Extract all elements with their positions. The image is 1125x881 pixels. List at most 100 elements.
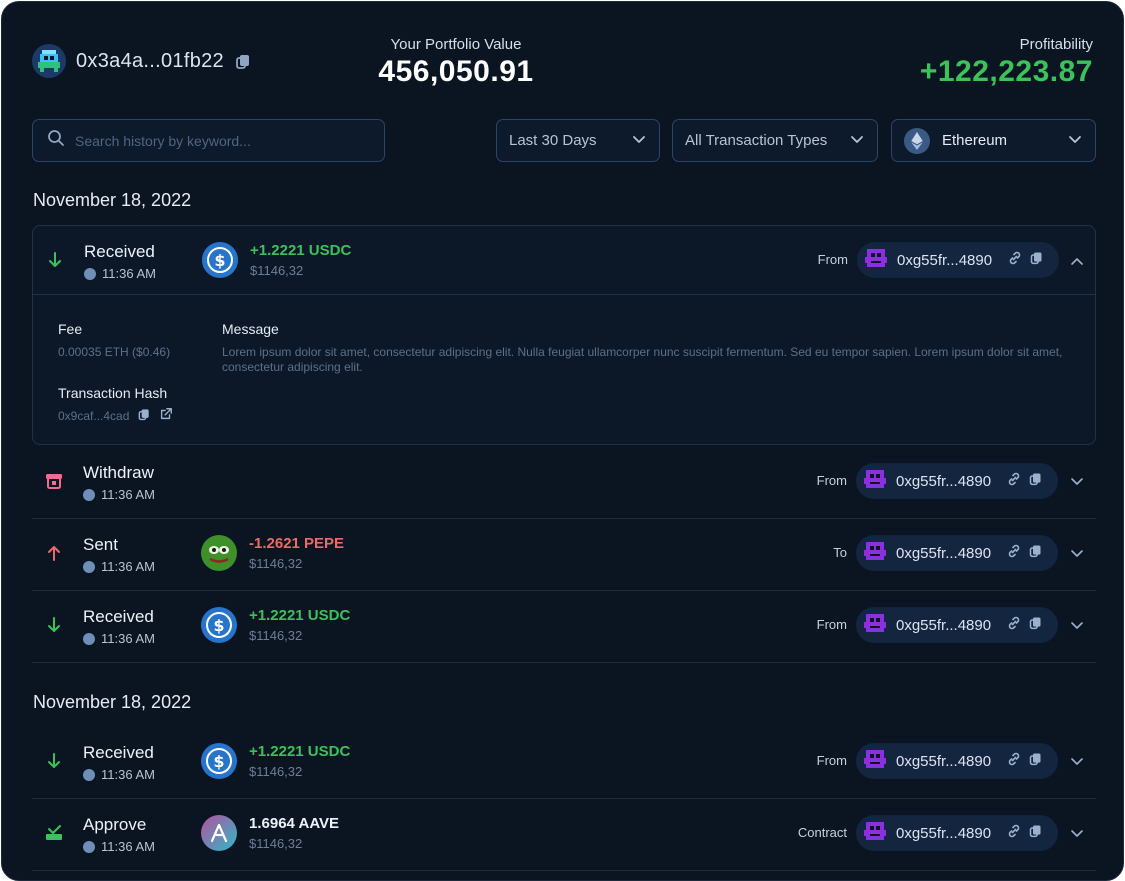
usdc-icon: $ (201, 607, 237, 643)
usdc-icon: $ (201, 743, 237, 779)
wallet-address: 0x3a4a...01fb22 (76, 49, 224, 72)
copy-icon[interactable] (234, 52, 252, 70)
message-value: Lorem ipsum dolor sit amet, consectetur … (222, 345, 1063, 374)
transaction-type: Sent (83, 535, 118, 554)
date-range-dropdown[interactable]: Last 30 Days (496, 119, 660, 162)
copy-icon[interactable] (1028, 615, 1043, 635)
chevron-down-icon[interactable] (1069, 617, 1085, 633)
direction-label: From (817, 252, 848, 267)
fee-value: 0.00035 ETH ($0.46) (58, 345, 171, 359)
counterparty-address: 0xg55fr...4890 (896, 616, 992, 634)
counterparty-avatar (865, 247, 887, 274)
counterparty-address: 0xg55fr...4890 (897, 251, 993, 269)
chevron-down-icon (849, 131, 865, 151)
network-dropdown[interactable]: Ethereum (891, 119, 1096, 162)
wallet-avatar (32, 44, 66, 78)
direction-label: From (816, 753, 847, 768)
counterparty-avatar (864, 540, 886, 567)
transaction-usd: $1146,32 (250, 263, 304, 278)
transaction-type: Received (83, 743, 154, 762)
chevron-up-icon[interactable] (1069, 254, 1085, 270)
withdraw-icon (44, 471, 64, 491)
transaction-row[interactable]: Received 11:36 AM $ +1.2221 USDC $1146,3… (32, 727, 1096, 799)
transaction-usd: $1146,32 (249, 764, 303, 779)
profitability: Profitability +122,223.87 (920, 36, 1093, 89)
search-box[interactable] (32, 119, 385, 162)
portfolio-label: Your Portfolio Value (390, 36, 522, 53)
portfolio-value: Your Portfolio Value 456,050.91 (369, 36, 543, 89)
copy-icon[interactable] (1029, 250, 1044, 270)
pepe-icon (201, 535, 237, 571)
transaction-time: 11:36 AM (101, 487, 155, 502)
chevron-down-icon[interactable] (1069, 825, 1085, 841)
arrow-down-icon (44, 615, 64, 635)
chevron-down-icon[interactable] (1069, 473, 1085, 489)
counterparty-pill: 0xg55fr...4890 (856, 463, 1058, 499)
link-icon[interactable] (1006, 823, 1022, 844)
transaction-type: Received (84, 242, 155, 261)
counterparty-address: 0xg55fr...4890 (896, 472, 992, 490)
ethereum-icon (83, 840, 95, 853)
message-label: Message (222, 321, 279, 337)
transaction-type: Received (83, 607, 154, 626)
counterparty-pill: 0xg55fr...4890 (856, 743, 1058, 779)
fee-label: Fee (58, 321, 83, 337)
counterparty-pill: 0xg55fr...4890 (857, 242, 1059, 278)
transaction-time: 11:36 AM (102, 266, 156, 281)
copy-icon[interactable] (1028, 823, 1043, 843)
date-heading: November 18, 2022 (33, 190, 192, 210)
copy-icon[interactable] (137, 407, 151, 424)
chevron-down-icon (631, 131, 647, 151)
direction-label: To (833, 545, 847, 560)
arrow-down-icon (44, 751, 64, 771)
transaction-row[interactable]: Approve 11:36 AM 1.6964 AAVE $1146,32 Co… (32, 799, 1096, 871)
svg-text:$: $ (214, 251, 225, 270)
chevron-down-icon (1067, 131, 1083, 151)
counterparty-avatar (864, 748, 886, 775)
transaction-amount: +1.2221 USDC (249, 743, 351, 760)
transaction-time: 11:36 AM (101, 839, 155, 854)
arrow-down-icon (45, 250, 65, 270)
link-icon[interactable] (1006, 543, 1022, 564)
counterparty-avatar (864, 612, 886, 639)
direction-label: From (816, 473, 847, 488)
search-input[interactable] (75, 132, 355, 149)
svg-text:$: $ (213, 752, 224, 771)
copy-icon[interactable] (1028, 543, 1043, 563)
transaction-usd: $1146,32 (249, 556, 303, 571)
ethereum-icon (83, 488, 95, 501)
hash-label: Transaction Hash (58, 385, 168, 401)
copy-icon[interactable] (1028, 471, 1043, 491)
copy-icon[interactable] (1028, 751, 1043, 771)
ethereum-icon (904, 127, 930, 154)
external-link-icon[interactable] (159, 407, 173, 424)
profitability-amount: +122,223.87 (919, 55, 1093, 88)
link-icon[interactable] (1007, 250, 1023, 271)
transaction-row[interactable]: Sent 11:36 AM -1.2621 PEPE $1146,32 To 0… (32, 519, 1096, 591)
hash-value: 0x9caf...4cad (58, 408, 130, 423)
transaction-usd: $1146,32 (249, 628, 303, 643)
transaction-time: 11:36 AM (101, 631, 155, 646)
chevron-down-icon[interactable] (1069, 545, 1085, 561)
ethereum-icon (83, 560, 95, 573)
transaction-amount: +1.2221 USDC (250, 242, 352, 259)
arrow-up-icon (44, 543, 64, 563)
svg-text:$: $ (213, 616, 224, 635)
transaction-amount: -1.2621 PEPE (249, 535, 345, 552)
transaction-type-dropdown[interactable]: All Transaction Types (672, 119, 878, 162)
link-icon[interactable] (1006, 751, 1022, 772)
counterparty-pill: 0xg55fr...4890 (856, 535, 1058, 571)
transaction-row[interactable]: Received 11:36 AM $ +1.2221 USDC $1146,3… (32, 591, 1096, 663)
transaction-row[interactable]: Withdraw 11:36 AM From 0xg55fr...4890 (32, 447, 1096, 519)
counterparty-avatar (864, 820, 886, 847)
ethereum-icon (83, 768, 95, 781)
link-icon[interactable] (1006, 471, 1022, 492)
counterparty-address: 0xg55fr...4890 (896, 544, 992, 562)
profitability-label: Profitability (1019, 36, 1093, 53)
link-icon[interactable] (1006, 615, 1022, 636)
transaction-row[interactable]: Received 11:36 AM $ +1.2221 USDC $1146,3… (32, 225, 1096, 445)
counterparty-avatar (864, 468, 886, 495)
chevron-down-icon[interactable] (1069, 753, 1085, 769)
transaction-details: Fee 0.00035 ETH ($0.46) Message Lorem ip… (33, 294, 1095, 446)
approve-icon (44, 823, 64, 843)
